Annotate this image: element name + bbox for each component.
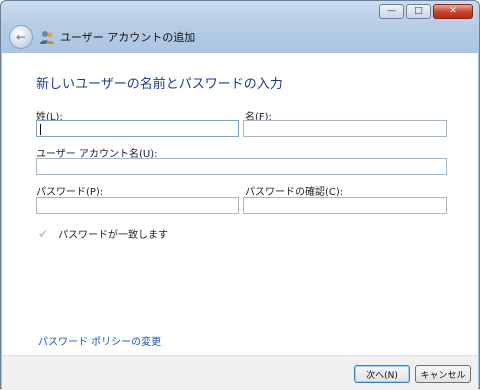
minimize-button[interactable]: — — [379, 4, 404, 19]
password-match-text: パスワードが一致します — [58, 230, 169, 241]
close-icon: ✕ — [449, 6, 457, 16]
cancel-button[interactable]: キャンセル — [415, 365, 471, 383]
password-label: パスワード(P): — [36, 187, 104, 198]
navigation-bar: ← ユーザー アカウントの追加 — [1, 21, 479, 53]
minimize-icon: — — [387, 6, 396, 16]
dialog-footer: 次へ(N) キャンセル — [2, 355, 478, 390]
password-match-status: ✔ パスワードが一致します — [38, 226, 169, 242]
checkmark-icon: ✔ — [38, 226, 49, 241]
maximize-button[interactable]: □ — [406, 4, 431, 19]
password-policy-link[interactable]: パスワード ポリシーの変更 — [38, 333, 161, 348]
add-user-dialog: — □ ✕ ← ユーザー アカウントの追加 新しいユーザーの名前とパスワードの入… — [0, 0, 480, 390]
caption-buttons: — □ ✕ — [379, 4, 473, 19]
users-icon — [39, 29, 55, 45]
back-arrow-icon: ← — [15, 30, 27, 44]
password-input[interactable] — [36, 197, 239, 214]
last-name-input[interactable] — [36, 120, 239, 137]
dialog-content: 新しいユーザーの名前とパスワードの入力 姓(L): 名(F): ユーザー アカウ… — [2, 53, 478, 355]
confirm-password-input[interactable] — [243, 197, 447, 214]
back-button[interactable]: ← — [9, 25, 33, 49]
text-caret — [40, 124, 41, 135]
confirm-password-label: パスワードの確認(C): — [245, 187, 344, 198]
next-button[interactable]: 次へ(N) — [354, 365, 410, 383]
maximize-icon: □ — [414, 6, 423, 16]
account-name-input[interactable] — [36, 158, 447, 175]
first-name-input[interactable] — [243, 120, 447, 137]
close-button[interactable]: ✕ — [433, 4, 473, 19]
window-title: ユーザー アカウントの追加 — [60, 31, 196, 44]
page-heading: 新しいユーザーの名前とパスワードの入力 — [36, 77, 283, 92]
